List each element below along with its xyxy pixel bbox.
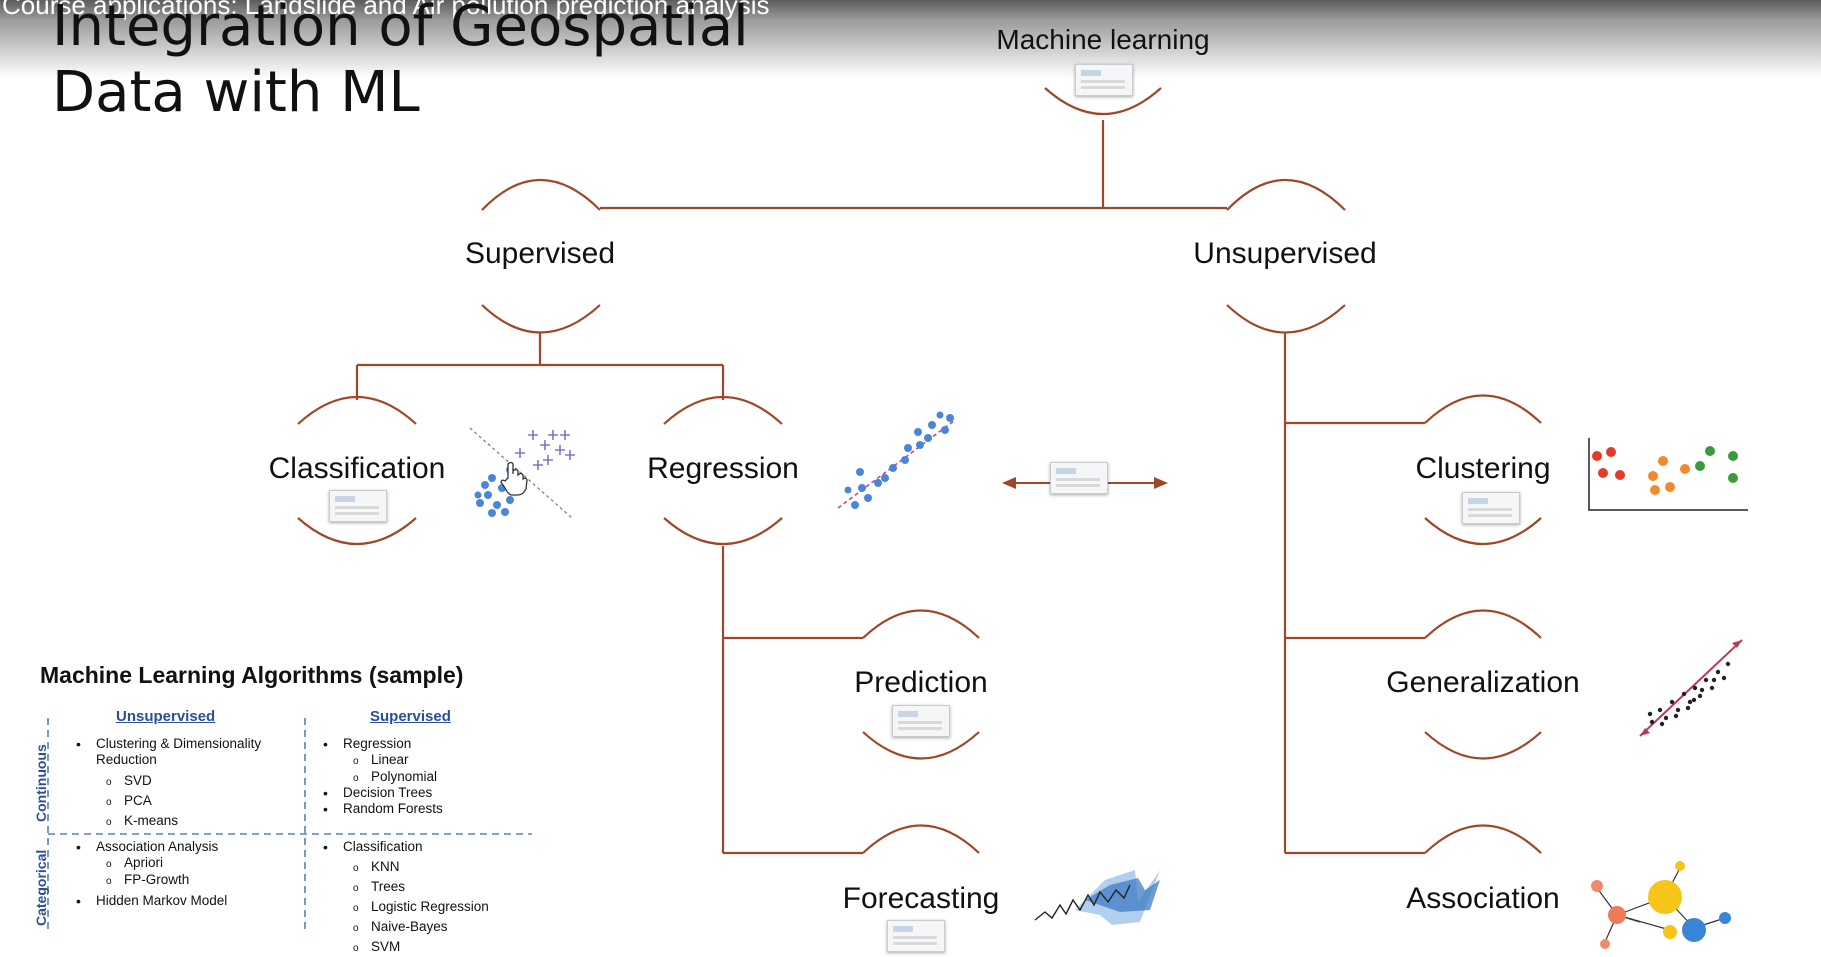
tree-connectors (297, 87, 1542, 855)
node-classification: Classification (268, 452, 446, 485)
emoji-cluster-icon (1588, 438, 1748, 511)
node-supervised: Supervised (464, 237, 616, 270)
node-prediction: Prediction (854, 666, 988, 699)
table-col-supervised: Supervised (370, 708, 451, 725)
thumbnail-icon (1462, 492, 1520, 524)
table-item: Apriori (106, 855, 163, 873)
thumbnail-icon (1050, 462, 1108, 494)
table-item: Naive-Bayes (353, 919, 447, 937)
table-item: Hidden Markov Model (76, 893, 227, 909)
table-item: PCA (106, 793, 152, 811)
table-item: Logistic Regression (353, 899, 489, 917)
thumbnail-icon (887, 920, 945, 952)
table-item: Random Forests (323, 801, 443, 817)
scatter-classification-icon (469, 427, 575, 519)
generalization-scatter-icon (1639, 639, 1743, 737)
table-item: Clustering & Dimensionality (76, 736, 261, 752)
table-item: Polynomial (353, 769, 437, 787)
node-regression: Regression (647, 452, 799, 485)
table-row-continuous: Continuous (33, 744, 49, 822)
table-item: Association Analysis (76, 839, 218, 855)
table-item: Decision Trees (323, 785, 432, 801)
table-item: SVD (106, 773, 152, 791)
regression-scatter-icon (837, 411, 956, 509)
table-col-unsupervised: Unsupervised (116, 708, 216, 725)
node-clustering: Clustering (1415, 452, 1551, 485)
table-item: SVM (353, 939, 400, 957)
table-item: Regression (323, 736, 411, 752)
node-forecasting: Forecasting (842, 882, 1000, 915)
node-association: Association (1406, 882, 1560, 915)
node-unsupervised: Unsupervised (1193, 237, 1377, 270)
table-item: Trees (353, 879, 405, 897)
algorithms-table-title: Machine Learning Algorithms (sample) (40, 662, 464, 688)
table-item: Linear (353, 752, 408, 770)
node-generalization: Generalization (1386, 666, 1580, 699)
forecast-line-icon (1034, 870, 1160, 925)
thumbnail-icon (892, 705, 950, 737)
table-item: FP-Growth (106, 872, 189, 890)
table-item: Classification (323, 839, 422, 855)
association-network-icon (1591, 861, 1731, 949)
table-item: Reduction (96, 752, 157, 767)
thumbnail-icon (1075, 64, 1133, 96)
table-row-categorical: Categorical (33, 849, 49, 926)
node-machine-learning: Machine learning (996, 24, 1210, 55)
table-item: KNN (353, 859, 399, 877)
thumbnail-icon (329, 490, 387, 522)
table-item: K-means (106, 813, 178, 831)
